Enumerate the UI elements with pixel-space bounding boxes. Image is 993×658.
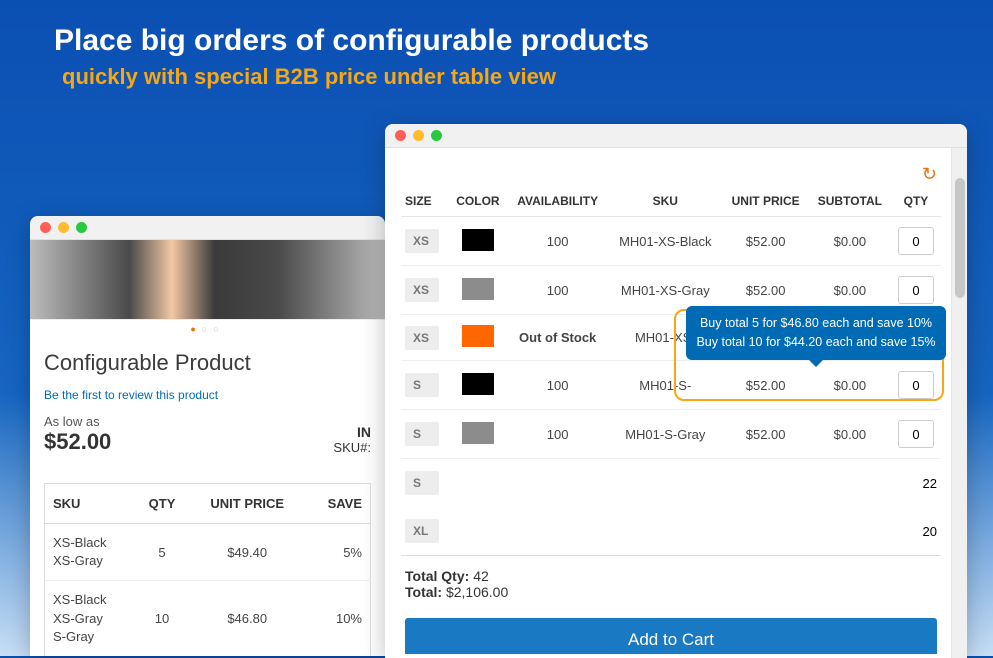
total-qty-value: 42 [473,568,489,584]
refresh-icon[interactable]: ↻ [401,164,941,186]
subtotal: $0.00 [809,410,891,459]
tier-row: XS-BlackXS-GrayS-Gray10$46.8010% [45,581,371,656]
as-low-as-label: As low as [44,414,111,429]
col-qty: QTY [135,484,190,524]
size-count: 22 [923,476,937,491]
sku-value: MH01-S- [608,361,722,410]
titlebar [385,124,967,148]
subtotal: $0.00 [809,217,891,266]
grid-row: S 100MH01-S-Gray$52.00$0.00 [401,410,941,459]
tier-save: 5% [305,524,371,581]
col-unit-price: UNIT PRICE [722,186,808,217]
maximize-icon[interactable] [431,130,442,141]
carousel-dot[interactable]: ○ [213,324,224,334]
color-swatch[interactable] [462,373,494,395]
qty-cell [891,410,941,459]
total-label: Total: [405,584,442,600]
size-option[interactable]: XL [405,519,439,543]
availability: 100 [507,217,608,266]
tier-price-table: SKU QTY UNIT PRICE SAVE XS-BlackXS-Gray5… [44,483,371,656]
grid-row: S 100MH01-S-$52.00$0.00Buy total 5 for $4… [401,361,941,410]
col-availability: AVAILABILITY [507,186,608,217]
maximize-icon[interactable] [76,222,87,233]
totals: Total Qty: 42 Total: $2,106.00 [401,555,941,608]
sku-label: SKU#: [333,440,371,455]
tier-row: XS-BlackXS-Gray5$49.405% [45,524,371,581]
subheadline: quickly with special B2B price under tab… [62,64,556,90]
tooltip-line: Buy total 10 for $44.20 each and save 15… [696,333,936,352]
tier-save: 10% [305,581,371,656]
product-price: $52.00 [44,429,111,455]
product-window: ●○○ Configurable Product Be the first to… [30,216,385,656]
carousel-dots[interactable]: ●○○ [30,320,385,338]
col-save: SAVE [305,484,371,524]
sku-value: MH01-S-Gray [608,410,722,459]
size-summary-row: XL 20 [401,507,941,555]
size-option[interactable]: XS [405,326,439,350]
carousel-dot[interactable]: ○ [202,324,213,334]
size-option[interactable]: S [405,422,439,446]
add-to-cart-button[interactable]: Add to Cart [405,618,937,654]
headline: Place big orders of configurable product… [54,24,649,58]
carousel-dot-active[interactable]: ● [190,324,201,334]
color-swatch[interactable] [462,325,494,347]
close-icon[interactable] [395,130,406,141]
color-swatch[interactable] [462,422,494,444]
size-option[interactable]: XS [405,278,439,302]
qty-input[interactable] [898,276,934,304]
product-image [30,240,385,320]
close-icon[interactable] [40,222,51,233]
qty-input[interactable] [898,227,934,255]
tier-unit: $46.80 [190,581,305,656]
tier-sku: XS-BlackXS-Gray [45,524,135,581]
col-sku: SKU [45,484,135,524]
qty-input[interactable] [898,371,934,399]
price-tooltip: Buy total 5 for $46.80 each and save 10%… [686,306,946,360]
size-option[interactable]: S [405,471,439,495]
sku-value: MH01-XS-Black [608,217,722,266]
total-value: $2,106.00 [446,584,508,600]
tier-unit: $49.40 [190,524,305,581]
review-link[interactable]: Be the first to review this product [44,388,218,402]
stock-status: IN [357,424,371,440]
scrollbar-thumb[interactable] [955,178,965,298]
grid-window: ↻ SIZE COLOR AVAILABILITY SKU UNIT PRICE… [385,124,967,658]
tooltip-line: Buy total 5 for $46.80 each and save 10% [696,314,936,333]
col-sku: SKU [608,186,722,217]
titlebar [30,216,385,240]
size-option[interactable]: S [405,373,439,397]
total-qty-label: Total Qty: [405,568,469,584]
color-swatch[interactable] [462,229,494,251]
subtotal: $0.00 [809,361,891,410]
availability: 100 [507,410,608,459]
tier-qty: 5 [135,524,190,581]
tier-qty: 10 [135,581,190,656]
availability: 100 [507,361,608,410]
unit-price: $52.00 [722,217,808,266]
col-qty: QTY [891,186,941,217]
availability: Out of Stock [507,315,608,361]
availability: 100 [507,266,608,315]
minimize-icon[interactable] [413,130,424,141]
qty-cell: Buy total 5 for $46.80 each and save 10%… [891,361,941,410]
unit-price: $52.00 [722,410,808,459]
tier-sku: XS-BlackXS-GrayS-Gray [45,581,135,656]
col-size: SIZE [401,186,449,217]
col-unit: UNIT PRICE [190,484,305,524]
scrollbar[interactable] [951,148,967,658]
product-grid: SIZE COLOR AVAILABILITY SKU UNIT PRICE S… [401,186,941,459]
col-color: COLOR [449,186,507,217]
size-summary-row: S 22 [401,459,941,507]
unit-price: $52.00 [722,361,808,410]
grid-row: XS 100MH01-XS-Black$52.00$0.00 [401,217,941,266]
size-count: 20 [923,524,937,539]
qty-input[interactable] [898,420,934,448]
minimize-icon[interactable] [58,222,69,233]
qty-cell [891,217,941,266]
col-subtotal: SUBTOTAL [809,186,891,217]
size-option[interactable]: XS [405,229,439,253]
color-swatch[interactable] [462,278,494,300]
product-title: Configurable Product [44,350,371,376]
